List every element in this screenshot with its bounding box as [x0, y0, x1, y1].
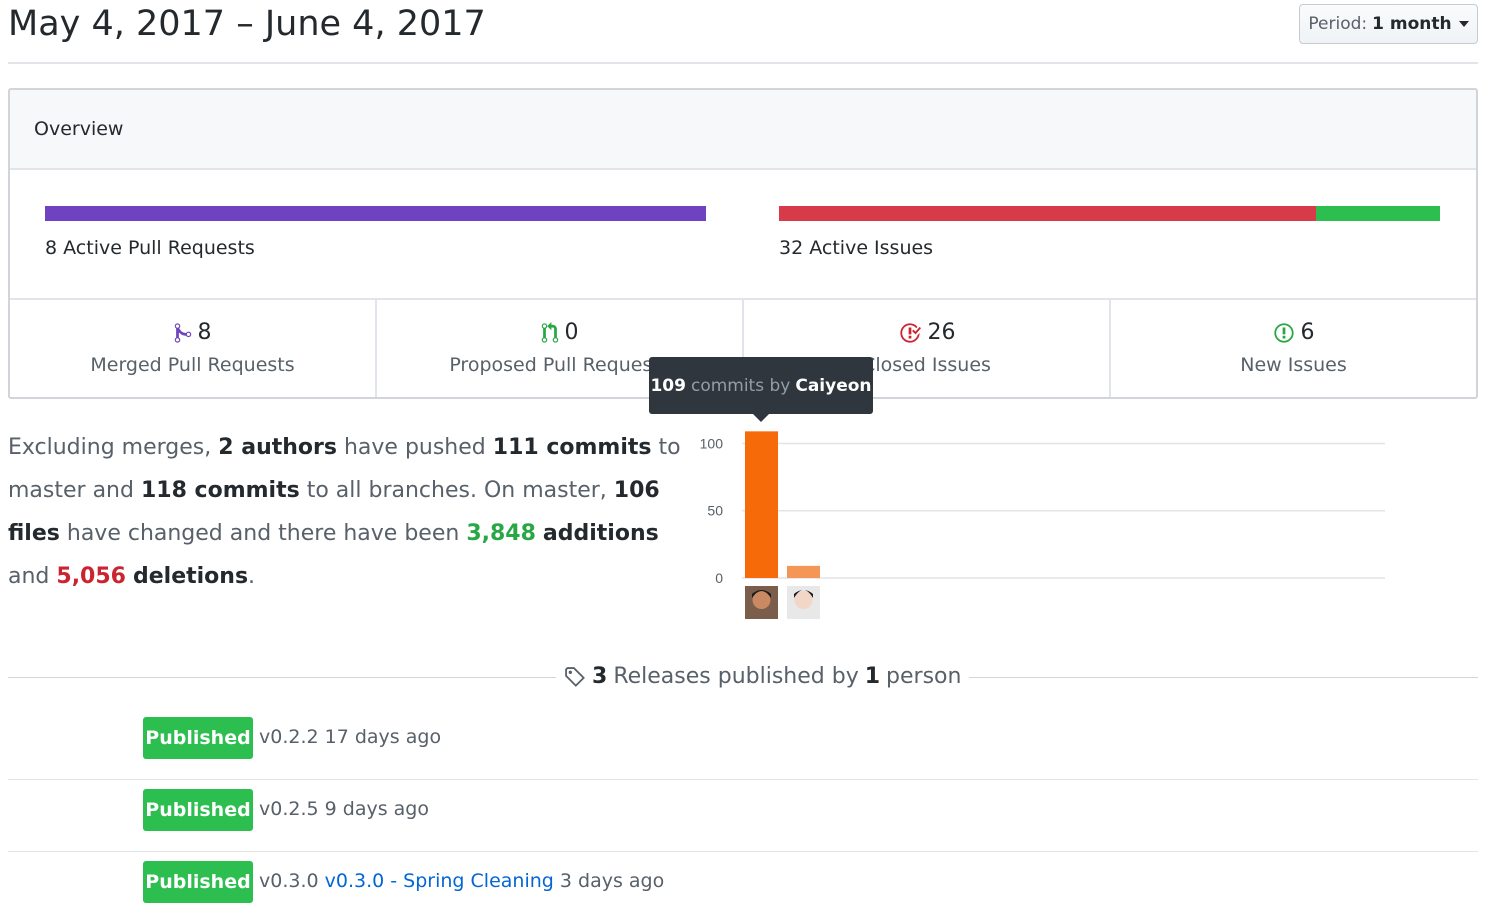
releases-count: 3	[592, 664, 608, 689]
summary-commits-master: 111 commits	[492, 435, 652, 460]
chart-tooltip: 109 commits by Caiyeon	[649, 357, 873, 422]
stat-new-issues[interactable]: 6 New Issues	[1111, 300, 1476, 397]
tag-icon	[565, 666, 585, 687]
closed-issues-segment	[779, 206, 1317, 221]
git-merge-icon	[174, 322, 191, 343]
issue-opened-icon	[1273, 322, 1294, 343]
active-issues-count: 32	[779, 237, 804, 259]
merged-pr-label: Merged Pull Requests	[90, 353, 295, 376]
issues-summary[interactable]: 32 Active Issues	[779, 206, 1440, 259]
published-badge: Published	[143, 717, 253, 759]
chart-bar[interactable]	[787, 565, 820, 578]
chart-y-tick-label: 50	[707, 503, 723, 519]
proposed-pr-count: 0	[564, 320, 579, 345]
summary-deletions-word: deletions	[132, 564, 249, 589]
releases-people-count: 1	[864, 664, 881, 689]
commit-summary: Excluding merges, 2 authors have pushed …	[8, 426, 688, 598]
overview-title: Overview	[34, 118, 124, 140]
summary-text: Excluding merges,	[8, 435, 212, 460]
period-dropdown-button[interactable]: Period: 1 month	[1299, 4, 1478, 44]
releases-heading: 3 Releases published by 1 person	[8, 660, 1478, 700]
release-item: Published v0.2.2 17 days ago	[8, 708, 1478, 780]
tooltip-text: commits by	[690, 375, 791, 396]
summary-text: .	[248, 564, 256, 589]
releases-text: Releases published by	[613, 664, 859, 689]
chart-y-tick-label: 100	[700, 435, 724, 451]
commits-chart: 100 50 0	[700, 431, 1385, 619]
active-pr-count: 8	[45, 237, 58, 259]
releases-text: person	[886, 664, 962, 689]
avatar-face	[794, 591, 813, 609]
new-issues-label: New Issues	[1240, 353, 1347, 376]
issue-closed-icon	[899, 322, 921, 343]
chart-y-tick-label: 0	[715, 570, 723, 586]
overview-bars: 8 Active Pull Requests 32 Active Issues	[10, 170, 1476, 300]
issues-bar	[779, 206, 1440, 221]
tooltip-author: Caiyeon	[795, 375, 872, 396]
active-issues-label: 32 Active Issues	[779, 237, 1440, 259]
divider	[8, 677, 568, 678]
page-header: May 4, 2017 – June 4, 2017 Period: 1 mon…	[8, 0, 1478, 64]
merged-pr-segment	[45, 206, 706, 221]
summary-text: have changed and there have been	[66, 521, 460, 546]
active-issues-text: Active Issues	[809, 237, 934, 259]
summary-commits-all: 118 commits	[140, 478, 300, 503]
release-tag: v0.3.0	[259, 870, 319, 892]
published-badge: Published	[143, 789, 253, 831]
release-item: Published v0.2.5 9 days ago	[8, 780, 1478, 852]
summary-additions-count: 3,848	[466, 521, 536, 546]
pull-requests-bar	[45, 206, 706, 221]
overview-header: Overview	[10, 90, 1476, 170]
summary-text: have pushed	[343, 435, 486, 460]
closed-issues-count: 26	[927, 320, 956, 345]
release-tag: v0.2.2	[259, 726, 319, 748]
release-item: Published v0.3.0 v0.3.0 - Spring Cleanin…	[8, 852, 1478, 910]
release-title-link[interactable]: v0.3.0 - Spring Cleaning	[325, 870, 554, 892]
new-issues-count: 6	[1300, 320, 1315, 345]
tooltip-commit-count: 109	[650, 375, 686, 396]
release-time: 3 days ago	[559, 870, 665, 892]
new-issues-segment	[1316, 206, 1440, 221]
release-time: 9 days ago	[324, 798, 429, 820]
summary-additions-word: additions	[542, 521, 659, 546]
active-pr-text: Active Pull Requests	[63, 237, 255, 259]
releases-title: 3 Releases published by 1 person	[556, 664, 970, 689]
release-tag: v0.2.5	[259, 798, 319, 820]
pull-requests-summary[interactable]: 8 Active Pull Requests	[45, 206, 706, 259]
page-title: May 4, 2017 – June 4, 2017	[8, 4, 486, 44]
period-label: Period:	[1308, 14, 1368, 34]
overview-panel: Overview 8 Active Pull Requests 32 Activ…	[8, 88, 1478, 399]
release-time: 17 days ago	[324, 726, 442, 748]
author-avatar[interactable]	[787, 586, 820, 619]
active-pull-requests-label: 8 Active Pull Requests	[45, 237, 706, 259]
merged-pr-count: 8	[197, 320, 212, 345]
git-pull-request-icon	[541, 321, 558, 343]
summary-text: to all branches. On master,	[306, 478, 607, 503]
summary-authors: 2 authors	[218, 435, 337, 460]
stat-merged-pull-requests[interactable]: 8 Merged Pull Requests	[10, 300, 377, 397]
published-badge: Published	[143, 861, 253, 903]
divider	[928, 677, 1478, 678]
author-avatar[interactable]	[745, 586, 778, 619]
summary-text: and	[8, 564, 50, 589]
period-value: 1 month	[1372, 14, 1452, 34]
chart-bar[interactable]	[745, 431, 778, 578]
caret-down-icon	[1458, 21, 1469, 27]
summary-deletions-count: 5,056	[56, 564, 126, 589]
